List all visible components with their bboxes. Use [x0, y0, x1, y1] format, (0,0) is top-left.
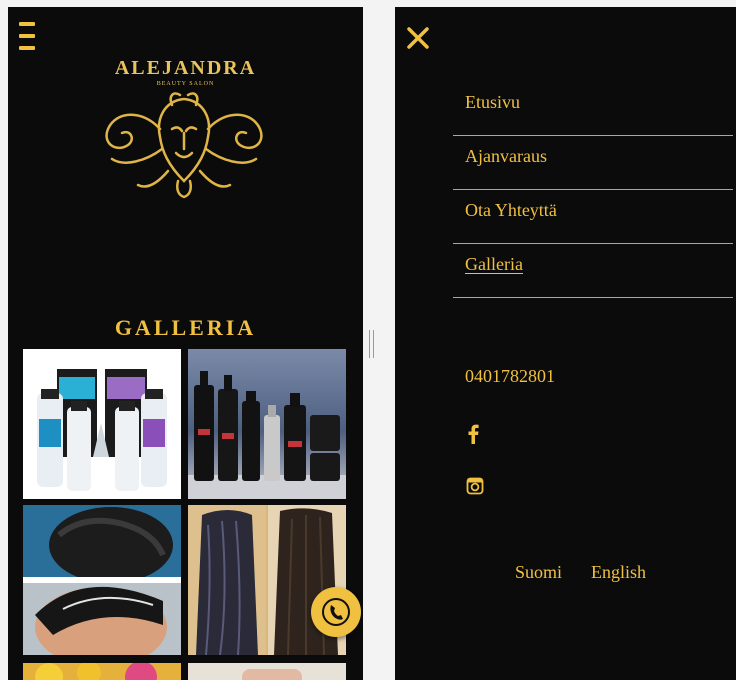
language-english[interactable]: English	[591, 562, 646, 583]
lion-logo-icon	[105, 92, 263, 199]
gallery-image-nails[interactable]	[188, 663, 346, 680]
gallery-page: ALEJANDRA BEAUTY SALON GALLERIA	[8, 7, 363, 680]
menu-item-ota-yhteytta[interactable]: Ota Yhteyttä	[453, 190, 733, 244]
gallery-image-haircut[interactable]	[23, 505, 181, 655]
menu-item-etusivu[interactable]: Etusivu	[453, 82, 733, 136]
gallery-image-flowers[interactable]	[23, 663, 181, 680]
language-suomi[interactable]: Suomi	[515, 562, 562, 583]
instagram-icon[interactable]	[466, 477, 484, 495]
gallery-image-hair-products[interactable]	[23, 349, 181, 499]
main-menu: Etusivu Ajanvaraus Ota Yhteyttä Galleria	[453, 82, 733, 298]
gallery-title: GALLERIA	[114, 315, 257, 340]
brand-name: ALEJANDRA	[114, 57, 257, 79]
menu-item-ajanvaraus[interactable]: Ajanvaraus	[453, 136, 733, 190]
pane-splitter[interactable]	[369, 330, 375, 358]
call-button[interactable]	[311, 587, 361, 637]
phone-number-link[interactable]: 0401782801	[465, 366, 555, 387]
close-icon[interactable]	[405, 25, 431, 51]
phone-icon	[322, 598, 350, 626]
facebook-icon[interactable]	[466, 424, 480, 444]
menu-item-galleria[interactable]: Galleria	[453, 244, 733, 298]
hamburger-menu-icon[interactable]	[19, 22, 35, 50]
gallery-image-product-line[interactable]	[188, 349, 346, 499]
brand-subtitle: BEAUTY SALON	[156, 81, 215, 87]
navigation-drawer: Etusivu Ajanvaraus Ota Yhteyttä Galleria…	[395, 7, 736, 680]
